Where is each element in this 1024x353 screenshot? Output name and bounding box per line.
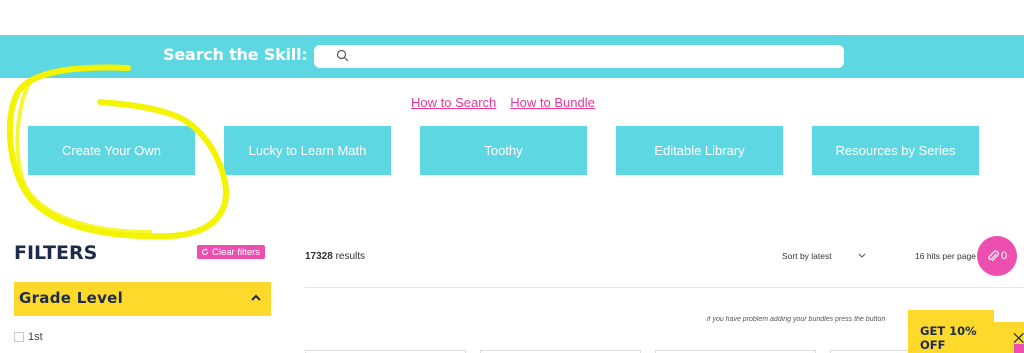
grade-checkbox[interactable]: [14, 332, 24, 342]
chevron-up-icon: [251, 294, 261, 301]
results-count: 17328 results: [305, 251, 365, 262]
search-label: Search the Skill:: [163, 45, 308, 64]
results-divider: [305, 287, 1024, 288]
filters-title: FILTERS: [14, 242, 98, 264]
clear-filters-button[interactable]: Clear filters: [197, 245, 266, 259]
how-to-bundle-link[interactable]: How to Bundle: [510, 95, 595, 110]
category-button-toothy[interactable]: Toothy: [420, 126, 587, 175]
grade-level-label: Grade Level: [19, 289, 124, 307]
hits-per-page-select[interactable]: 16 hits per page: [915, 251, 976, 261]
bundle-count: 0: [1000, 250, 1008, 262]
discount-label: GET 10% OFF: [920, 323, 977, 352]
search-icon: [336, 49, 349, 62]
category-button-create-your-own[interactable]: Create Your Own: [28, 126, 195, 175]
category-button-editable-library[interactable]: Editable Library: [616, 126, 783, 175]
grade-option-1st[interactable]: 1st: [14, 331, 43, 343]
how-to-search-link[interactable]: How to Search: [411, 95, 496, 110]
bundle-note: if you have problem adding your bundles …: [707, 316, 886, 323]
page: Search the Skill: How to Search How to Bu…: [0, 0, 1024, 353]
category-button-lucky-to-learn-math[interactable]: Lucky to Learn Math: [224, 126, 391, 175]
sort-label: Sort by latest: [782, 251, 832, 261]
pink-strip: [1014, 344, 1024, 353]
refresh-icon: [202, 248, 208, 255]
chevron-down-icon: [858, 253, 865, 258]
sort-select[interactable]: Sort by latest: [782, 251, 866, 261]
clear-filters-label: Clear filters: [212, 246, 261, 258]
help-links: How to Search How to Bundle: [411, 95, 609, 110]
results-suffix: results: [332, 251, 366, 262]
bundle-cart-button[interactable]: 0: [977, 236, 1017, 276]
close-icon[interactable]: [1013, 332, 1024, 344]
search-input[interactable]: [314, 45, 844, 68]
grade-level-accordion[interactable]: Grade Level: [14, 282, 271, 316]
search-band: Search the Skill:: [0, 35, 1024, 78]
paperclip-icon: [988, 250, 999, 262]
results-number: 17328: [305, 251, 333, 262]
category-button-resources-by-series[interactable]: Resources by Series: [812, 126, 979, 175]
grade-option-label: 1st: [28, 331, 43, 343]
discount-bar[interactable]: GET 10% OFF: [908, 322, 1024, 353]
